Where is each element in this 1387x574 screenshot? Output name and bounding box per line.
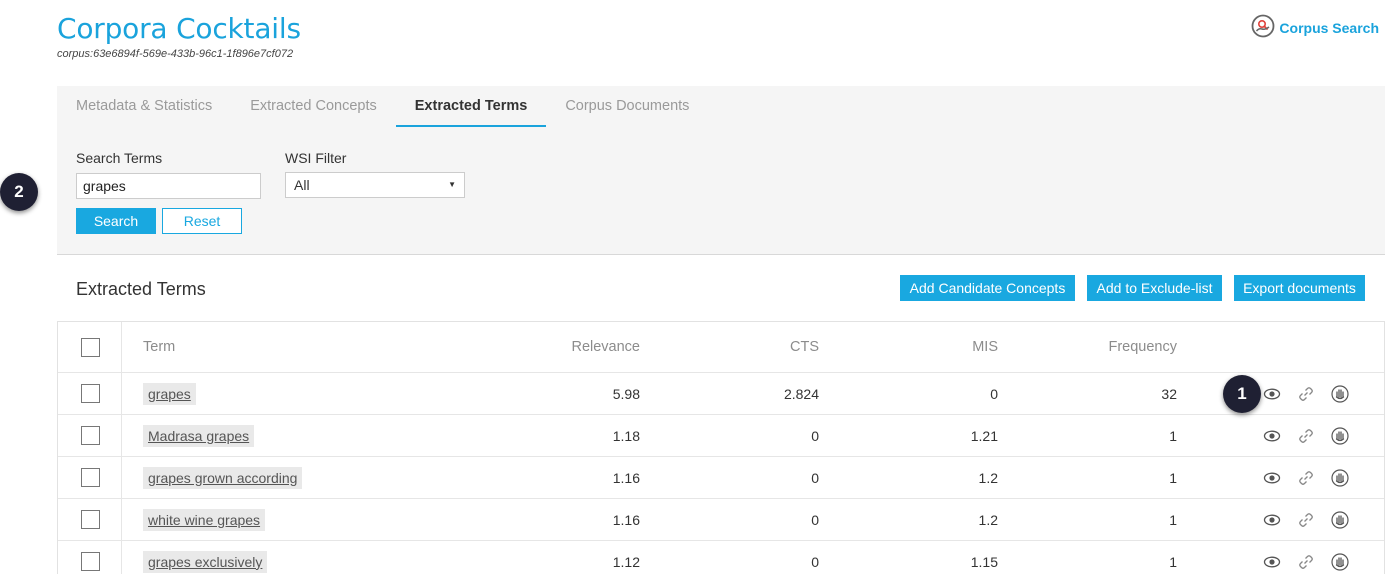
relevance-value: 1.16 — [612, 469, 640, 486]
column-divider — [121, 322, 122, 372]
corpus-id: corpus:63e6894f-569e-433b-96c1-1f896e7cf… — [57, 48, 294, 60]
term-link[interactable]: grapes — [143, 382, 196, 405]
hand-icon[interactable] — [1331, 426, 1349, 445]
frequency-value: 1 — [1169, 553, 1177, 570]
row-actions — [1263, 541, 1349, 574]
search-terms-input[interactable]: grapes — [76, 173, 261, 199]
corpus-search-link[interactable]: Corpus Search — [1251, 14, 1379, 41]
cts-value: 0 — [811, 469, 819, 486]
hand-icon[interactable] — [1331, 468, 1349, 487]
add-to-exclude-list-button[interactable]: Add to Exclude-list — [1087, 275, 1222, 301]
filter-panel: Search Terms grapes WSI Filter All ▼ Sea… — [57, 127, 1385, 255]
table-header-row: Term Relevance CTS MIS Frequency — [58, 322, 1384, 373]
term-link[interactable]: grapes grown according — [143, 466, 303, 489]
cts-value: 2.824 — [783, 385, 819, 402]
table-row: grapes exclusively 1.12 0 1.15 1 — [58, 541, 1384, 574]
row-actions — [1263, 373, 1349, 414]
export-documents-button[interactable]: Export documents — [1234, 275, 1365, 301]
corpus-search-icon — [1251, 14, 1275, 41]
link-icon[interactable] — [1297, 469, 1315, 487]
row-checkbox[interactable] — [81, 510, 100, 529]
row-actions — [1263, 457, 1349, 498]
column-divider — [121, 541, 122, 574]
step-badge-2: 2 — [0, 173, 38, 211]
column-divider — [121, 373, 122, 414]
relevance-value: 1.12 — [612, 553, 640, 570]
table-row: grapes 5.98 2.824 0 32 — [58, 373, 1384, 415]
page-title: Corpora Cocktails — [57, 12, 301, 45]
eye-icon[interactable] — [1263, 511, 1281, 529]
tab-metadata-statistics[interactable]: Metadata & Statistics — [57, 86, 231, 127]
row-actions — [1263, 499, 1349, 540]
cts-value: 0 — [811, 511, 819, 528]
cts-value: 0 — [811, 427, 819, 444]
frequency-value: 1 — [1169, 469, 1177, 486]
tab-corpus-documents[interactable]: Corpus Documents — [546, 86, 708, 127]
tab-bar: Metadata & Statistics Extracted Concepts… — [57, 86, 1385, 127]
column-header-mis[interactable]: MIS — [818, 322, 998, 372]
reset-button[interactable]: Reset — [162, 208, 242, 234]
row-actions — [1263, 415, 1349, 456]
column-header-relevance[interactable]: Relevance — [458, 322, 640, 372]
column-header-frequency[interactable]: Frequency — [998, 322, 1177, 372]
add-candidate-concepts-button[interactable]: Add Candidate Concepts — [900, 275, 1075, 301]
mis-value: 0 — [990, 385, 998, 402]
column-header-term[interactable]: Term — [143, 322, 175, 372]
tab-extracted-terms[interactable]: Extracted Terms — [395, 86, 547, 127]
wsi-filter-value: All — [294, 177, 310, 193]
row-checkbox[interactable] — [81, 468, 100, 487]
term-link[interactable]: Madrasa grapes — [143, 424, 255, 447]
eye-icon[interactable] — [1263, 469, 1281, 487]
mis-value: 1.2 — [978, 469, 998, 486]
column-header-cts[interactable]: CTS — [638, 322, 819, 372]
relevance-value: 1.18 — [612, 427, 640, 444]
chevron-down-icon: ▼ — [448, 180, 456, 189]
row-checkbox[interactable] — [81, 552, 100, 571]
search-button[interactable]: Search — [76, 208, 156, 234]
hand-icon[interactable] — [1331, 510, 1349, 529]
hand-icon[interactable] — [1331, 384, 1349, 403]
mis-value: 1.15 — [970, 553, 998, 570]
column-divider — [121, 457, 122, 498]
eye-icon[interactable] — [1263, 385, 1281, 403]
link-icon[interactable] — [1297, 385, 1315, 403]
frequency-value: 32 — [1161, 385, 1177, 402]
term-link[interactable]: white wine grapes — [143, 508, 266, 531]
step-badge-1: 1 — [1223, 375, 1261, 413]
hand-icon[interactable] — [1331, 552, 1349, 571]
row-checkbox[interactable] — [81, 384, 100, 403]
term-link[interactable]: grapes exclusively — [143, 550, 268, 573]
table-row: white wine grapes 1.16 0 1.2 1 — [58, 499, 1384, 541]
link-icon[interactable] — [1297, 553, 1315, 571]
eye-icon[interactable] — [1263, 427, 1281, 445]
tab-extracted-concepts[interactable]: Extracted Concepts — [231, 86, 396, 127]
link-icon[interactable] — [1297, 427, 1315, 445]
select-all-checkbox[interactable] — [81, 337, 100, 357]
frequency-value: 1 — [1169, 427, 1177, 444]
mis-value: 1.2 — [978, 511, 998, 528]
relevance-value: 5.98 — [612, 385, 640, 402]
frequency-value: 1 — [1169, 511, 1177, 528]
wsi-filter-select[interactable]: All ▼ — [285, 172, 465, 198]
column-divider — [121, 415, 122, 456]
table-row: grapes grown according 1.16 0 1.2 1 — [58, 457, 1384, 499]
wsi-filter-label: WSI Filter — [285, 150, 347, 166]
corpus-search-label: Corpus Search — [1279, 19, 1379, 36]
eye-icon[interactable] — [1263, 553, 1281, 571]
table-row: Madrasa grapes 1.18 0 1.21 1 — [58, 415, 1384, 457]
section-title: Extracted Terms — [76, 279, 206, 299]
cts-value: 0 — [811, 553, 819, 570]
search-terms-label: Search Terms — [76, 150, 163, 166]
terms-table: Term Relevance CTS MIS Frequency grapes … — [57, 321, 1385, 574]
link-icon[interactable] — [1297, 511, 1315, 529]
mis-value: 1.21 — [970, 427, 998, 444]
column-divider — [121, 499, 122, 540]
relevance-value: 1.16 — [612, 511, 640, 528]
row-checkbox[interactable] — [81, 426, 100, 445]
